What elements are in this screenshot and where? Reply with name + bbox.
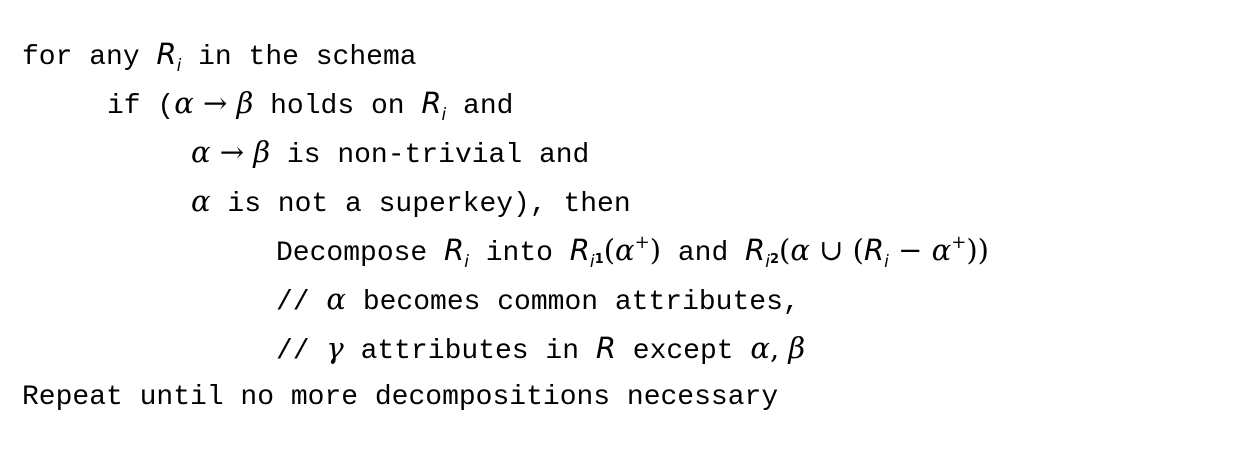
alpha-symbol: α — [615, 233, 635, 267]
algorithm-line-5: Decompose Ri into Ri1(α+) and Ri2(α ∪ (R… — [22, 226, 989, 275]
relation-var: R — [156, 37, 177, 71]
algorithm-line-4: α is not a superkey), then — [22, 177, 989, 226]
algorithm-line-8: Repeat until no more decompositions nece… — [22, 373, 989, 422]
algorithm-line-3: α → β is non-trivial and — [22, 128, 989, 177]
paren-open: ( — [778, 233, 791, 267]
line-text: is non-trivial and — [270, 140, 590, 171]
subscript: i — [441, 105, 447, 125]
beta-symbol: β — [236, 86, 254, 120]
line-text: for any — [22, 42, 157, 73]
sub-subscript: 1 — [594, 252, 604, 267]
line-text: is not a superkey), then — [210, 189, 631, 220]
arrow-symbol: → — [210, 135, 254, 169]
line-text: becomes common attributes, — [346, 287, 800, 318]
superscript-plus: + — [634, 232, 650, 253]
relation-var: R — [421, 86, 442, 120]
line-text: and — [446, 91, 514, 122]
alpha-symbol: α — [191, 135, 211, 169]
paren-open: ( — [852, 233, 864, 267]
gamma-symbol: γ — [326, 331, 344, 365]
line-text: into — [468, 238, 570, 269]
line-text: attributes in — [343, 336, 596, 367]
relation-var: R — [745, 233, 766, 267]
relation-var: R — [863, 233, 885, 267]
relation-var: R — [444, 233, 465, 267]
beta-symbol: β — [788, 331, 806, 365]
sub-subscript: 2 — [769, 252, 779, 267]
algorithm-line-7: // γ attributes in R except α, β — [22, 324, 989, 373]
algorithm-line-2: if (α → β holds on Ri and — [22, 79, 989, 128]
comment-marker: // — [276, 287, 327, 318]
line-text: in the schema — [181, 42, 417, 73]
subscript: i — [884, 252, 889, 272]
subscript: i — [589, 252, 595, 272]
algorithm-line-6: // α becomes common attributes, — [22, 275, 989, 324]
paren-close: )) — [966, 233, 989, 267]
beta-symbol: β — [253, 135, 271, 169]
alpha-symbol: α — [931, 233, 952, 267]
comma-symbol: , — [769, 331, 789, 365]
line-text: and — [661, 238, 746, 269]
subscript: i — [176, 56, 182, 76]
relation-var: R — [595, 331, 616, 365]
algorithm-line-1: for any Ri in the schema — [22, 30, 989, 79]
alpha-symbol: α — [790, 233, 810, 267]
line-text: Decompose — [276, 238, 445, 269]
line-text: holds on — [253, 91, 422, 122]
line-text: except — [615, 336, 751, 367]
superscript-plus: + — [951, 232, 967, 253]
alpha-symbol: α — [750, 331, 770, 365]
alpha-symbol: α — [191, 184, 211, 218]
union-symbol: ∪ — [809, 233, 853, 267]
relation-var: R — [569, 233, 590, 267]
algorithm-block: for any Ri in the schema if (α → β holds… — [22, 30, 989, 422]
arrow-symbol: → — [193, 86, 237, 120]
line-text: if ( — [107, 91, 175, 122]
paren-close: ) — [649, 233, 662, 267]
comment-marker: // — [276, 336, 327, 367]
minus-symbol: − — [888, 233, 932, 267]
paren-open: ( — [603, 233, 616, 267]
alpha-symbol: α — [174, 86, 194, 120]
alpha-symbol: α — [326, 282, 347, 316]
subscript: i — [464, 252, 469, 272]
line-text: Repeat until no more decompositions nece… — [22, 382, 779, 413]
